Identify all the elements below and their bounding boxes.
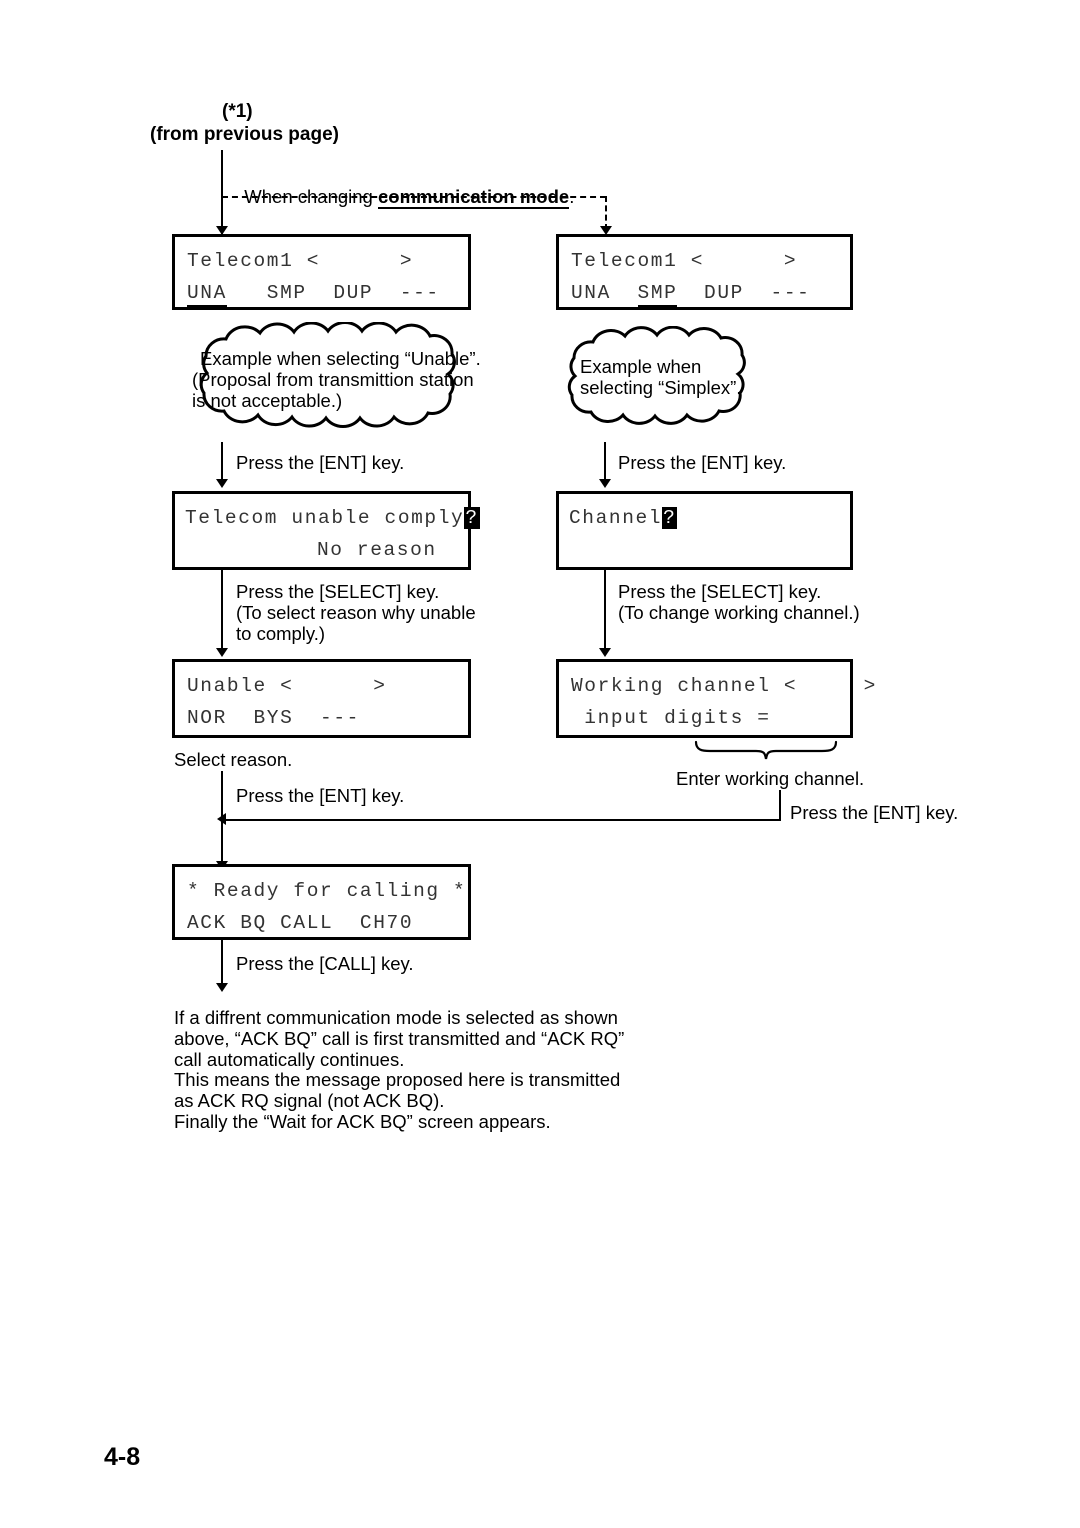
annotation-call-key: Press the [CALL] key. <box>236 953 414 974</box>
lcd-working-channel: Working channel < > input digits = <box>556 659 875 738</box>
annotation-select-left-3: to comply.) <box>236 623 326 644</box>
annotation-ent-left-1: Press the [ENT] key. <box>236 452 405 473</box>
footnote-paragraph: If a diffrent communication mode is sele… <box>174 1007 625 1133</box>
connector-dashed-horizontal <box>222 196 606 198</box>
cloud-unable-line-2: (Proposal from transmittion station <box>192 369 474 390</box>
lcd-line-1: Channel? <box>569 507 678 529</box>
cursor-block: ? <box>464 507 480 529</box>
lcd-line-1: Telecom1 < > <box>187 250 414 272</box>
curly-brace-icon <box>694 740 838 760</box>
cloud-callout-simplex: Example when selecting “Simplex”. <box>548 326 776 430</box>
footnote-line-2: above, “ACK BQ” call is first transmitte… <box>174 1027 625 1049</box>
lcd-line-1: Telecom unable comply? <box>185 507 480 529</box>
lcd-ready-for-calling: * Ready for calling * ACK BQ CALL CH70 <box>172 864 471 940</box>
cursor-block: ? <box>662 507 678 529</box>
cloud-callout-unable: Example when selecting “Unable”. (Propos… <box>176 322 486 432</box>
annotation-ent-right-1: Press the [ENT] key. <box>618 452 787 473</box>
footnote-line-6: Finally the “Wait for ACK BQ” screen app… <box>174 1110 551 1132</box>
arrow-into-unable-reason <box>216 648 228 657</box>
option-rest: SMP DUP --- <box>226 282 440 304</box>
lcd-telecom-smp: Telecom1 < > UNA SMP DUP --- <box>556 234 853 310</box>
annotation-select-left-1: Press the [SELECT] key. <box>236 581 440 602</box>
intro-text: When changing communication mode. <box>234 164 574 209</box>
lcd-line-2: UNA SMP DUP --- <box>571 282 811 307</box>
annotation-select-reason: Select reason. <box>174 749 293 770</box>
annotation-ent-right-2: Press the [ENT] key. <box>790 802 959 823</box>
connector-left-to-unable-reason <box>221 570 223 655</box>
lcd-line-2: UNA SMP DUP --- <box>187 282 440 307</box>
lcd-line-1: Telecom1 < > <box>571 250 798 272</box>
prompt-text: Channel <box>569 507 663 529</box>
lcd-telecom-una: Telecom1 < > UNA SMP DUP --- <box>172 234 471 310</box>
arrow-below-ready <box>216 983 228 992</box>
connector-right-to-working-channel <box>604 570 606 655</box>
annotation-select-right-1: Press the [SELECT] key. <box>618 581 822 602</box>
cloud-simplex-line-1: Example when <box>580 356 702 377</box>
footnote-line-1: If a diffrent communication mode is sele… <box>174 1007 618 1028</box>
connector-dashed-vertical <box>605 196 607 230</box>
footnote-line-4: This means the message proposed here is … <box>174 1069 621 1091</box>
lcd-line-2: No reason <box>317 539 437 561</box>
annotation-ent-left-2: Press the [ENT] key. <box>236 785 405 806</box>
arrow-into-working-channel <box>599 648 611 657</box>
reference-mark: (*1) <box>222 101 253 122</box>
connector-right-down-to-merge <box>779 790 781 820</box>
page-number: 4-8 <box>104 1443 141 1471</box>
annotation-select-right-2: (To change working channel.) <box>618 602 860 623</box>
lcd-unable-reason: Unable < > NOR BYS --- <box>172 659 471 738</box>
from-previous-page-label: (from previous page) <box>150 124 339 145</box>
brace-enter-channel <box>694 740 838 765</box>
option-una: UNA <box>571 282 638 304</box>
prompt-text: Telecom unable comply <box>185 507 465 529</box>
lcd-line-1: Unable < > <box>187 675 387 697</box>
annotation-enter-working-channel: Enter working channel. <box>676 768 865 789</box>
arrow-into-unable-comply <box>216 479 228 488</box>
option-rest: DUP --- <box>677 282 811 304</box>
cloud-simplex-line-2: selecting “Simplex”. <box>580 377 742 398</box>
footnote-line-5: as ACK RQ signal (not ACK BQ). <box>174 1090 445 1112</box>
option-smp-selected: SMP <box>637 282 678 307</box>
lcd-line-2: input digits = <box>571 707 771 729</box>
cloud-unable-line-1: Example when selecting “Unable”. <box>200 348 481 369</box>
lcd-line-2: NOR BYS --- <box>187 707 360 729</box>
cloud-unable-line-3: is not acceptable.) <box>192 390 343 411</box>
arrow-into-channel <box>599 479 611 488</box>
lcd-unable-comply: Telecom unable comply? No reason <box>172 491 480 570</box>
connector-left-to-ready <box>221 771 223 869</box>
lcd-line-1: Working channel < > <box>571 675 877 697</box>
connector-top-left-vertical <box>221 150 223 234</box>
option-una-selected: UNA <box>187 282 227 307</box>
lcd-line-1: * Ready for calling * <box>187 880 467 902</box>
footnote-line-3: call automatically continues. <box>174 1048 405 1070</box>
annotation-select-left-2: (To select reason why unable <box>236 602 476 623</box>
lcd-line-2: ACK BQ CALL CH70 <box>187 912 414 934</box>
lcd-channel: Channel? <box>556 491 853 570</box>
connector-merge-horizontal <box>226 819 781 821</box>
